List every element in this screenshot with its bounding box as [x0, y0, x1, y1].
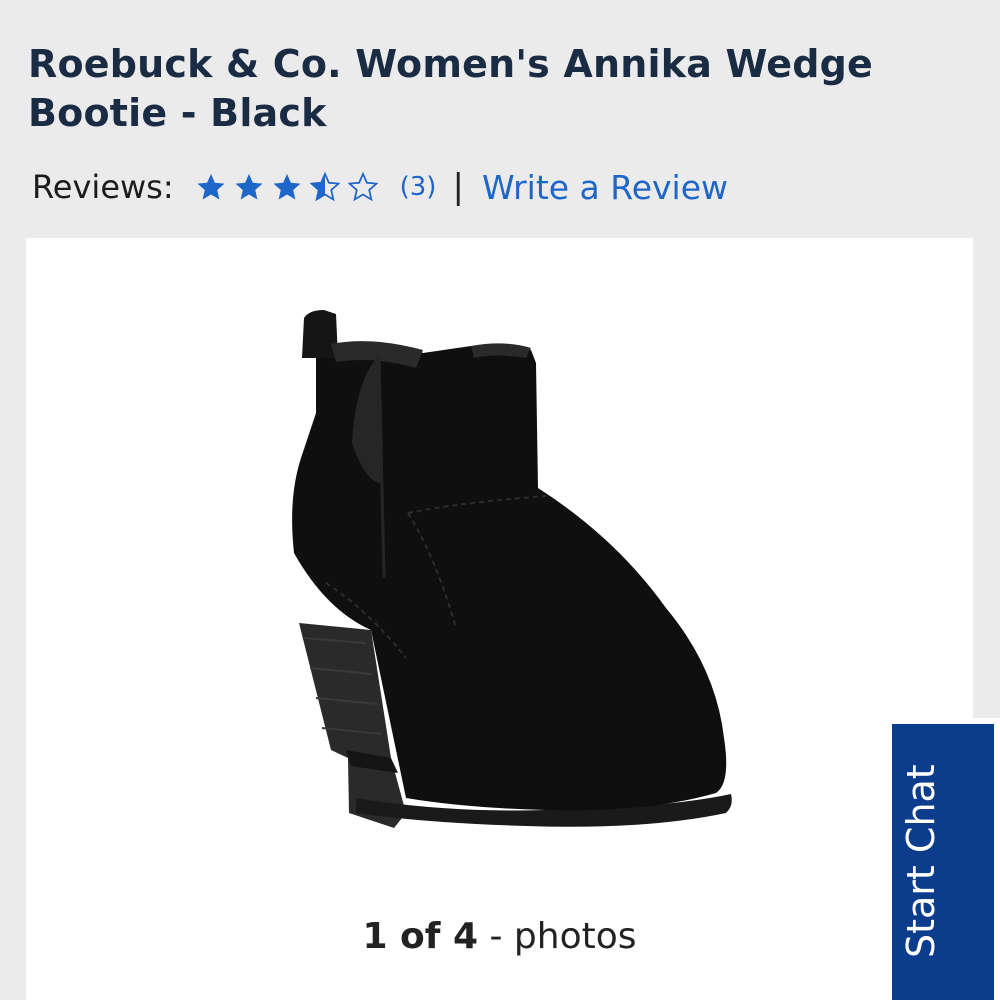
product-page: Roebuck & Co. Women's Annika Wedge Booti… — [0, 0, 1000, 1000]
photo-suffix: - photos — [489, 916, 637, 957]
start-chat-label: Start Chat — [899, 764, 943, 958]
product-gallery: 1 of 4 - photos — [26, 238, 973, 1000]
photo-index: 1 of 4 — [362, 916, 479, 957]
separator: | — [452, 167, 464, 207]
star-icon — [197, 173, 225, 200]
star-half-icon — [309, 172, 340, 202]
start-chat-button[interactable]: Start Chat — [886, 718, 1000, 1000]
reviews-label: Reviews: — [32, 168, 174, 206]
photo-counter: 1 of 4 - photos — [26, 916, 973, 957]
reviews-row: Reviews: (3) | Write a Review — [32, 164, 728, 210]
product-title: Roebuck & Co. Women's Annika Wedge Booti… — [28, 42, 874, 135]
review-count[interactable]: (3) — [400, 172, 437, 202]
start-chat-panel: Start Chat — [892, 724, 994, 1000]
write-review-link[interactable]: Write a Review — [482, 168, 728, 207]
star-icon — [273, 173, 301, 200]
star-empty-icon — [347, 172, 378, 202]
rating-stars[interactable] — [196, 172, 386, 202]
star-icon — [235, 173, 263, 200]
product-image[interactable] — [26, 238, 973, 918]
